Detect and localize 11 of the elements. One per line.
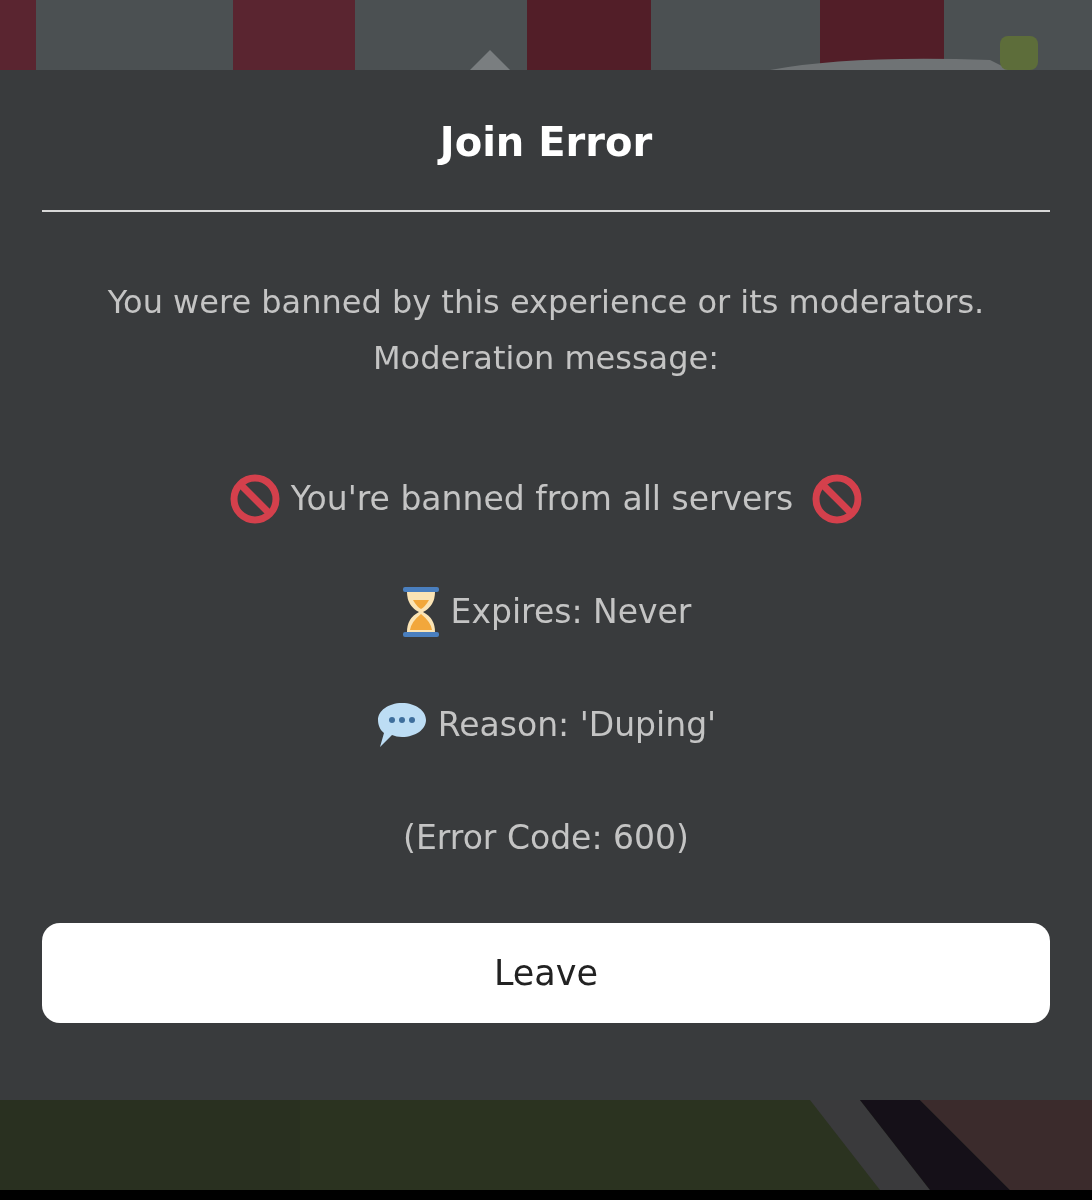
message-line: (Error Code: 600)	[403, 817, 689, 860]
dialog-title: Join Error	[436, 118, 654, 167]
prohibited-icon	[228, 473, 281, 525]
message-line: Expires: Never	[450, 591, 692, 634]
leave-button[interactable]: Leave	[42, 923, 1050, 1023]
prohibited-icon	[811, 473, 864, 525]
hourglass-icon	[400, 586, 441, 638]
message-line: Reason: 'Duping'	[437, 704, 717, 747]
message-line: You're banned from all servers	[290, 478, 794, 521]
message-text: You were banned by this experience or its moderators. Moderation message:	[106, 282, 986, 379]
speech-bubble-icon	[375, 701, 428, 749]
